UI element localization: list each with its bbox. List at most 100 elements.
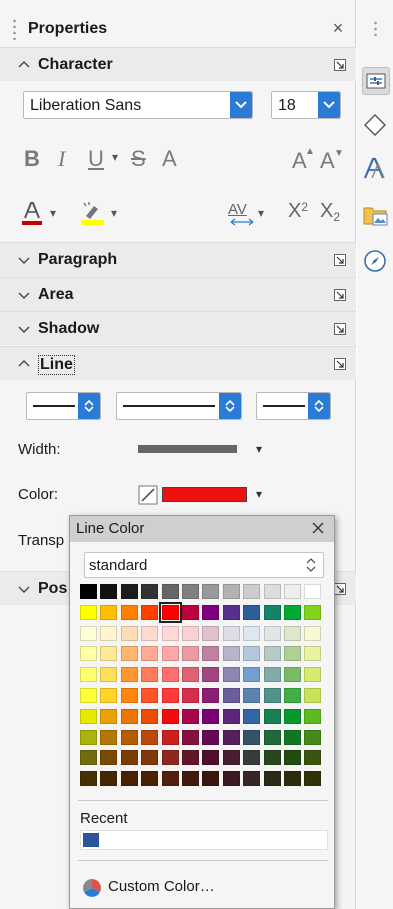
color-swatch[interactable]: [182, 729, 199, 745]
color-swatch[interactable]: [120, 604, 138, 620]
color-swatch[interactable]: [304, 646, 322, 662]
highlight-button[interactable]: [80, 200, 106, 226]
color-swatch[interactable]: [120, 750, 138, 766]
color-swatch[interactable]: [284, 667, 301, 683]
color-swatch[interactable]: [141, 771, 159, 787]
color-swatch[interactable]: [202, 625, 220, 641]
line-style-dropdown-button[interactable]: [219, 393, 241, 419]
line-end-style-combo[interactable]: [256, 392, 331, 420]
color-swatch[interactable]: [120, 625, 138, 641]
color-swatch[interactable]: [120, 584, 138, 599]
color-swatch[interactable]: [100, 771, 118, 787]
color-swatch[interactable]: [100, 667, 118, 683]
section-area[interactable]: Area: [0, 277, 356, 311]
color-swatch[interactable]: [100, 688, 118, 703]
color-swatch[interactable]: [141, 667, 159, 683]
section-shadow[interactable]: Shadow: [0, 311, 356, 345]
color-swatch[interactable]: [222, 646, 240, 662]
color-swatch[interactable]: [161, 771, 179, 787]
underline-dropdown-icon[interactable]: ▾: [112, 150, 118, 164]
line-color-swatch[interactable]: [162, 487, 247, 502]
color-swatch[interactable]: [284, 750, 301, 766]
color-swatch[interactable]: [141, 604, 159, 620]
color-dropdown-icon[interactable]: ▾: [256, 487, 262, 501]
color-swatch[interactable]: [182, 708, 199, 724]
color-swatch[interactable]: [243, 729, 261, 745]
color-swatch[interactable]: [120, 708, 138, 724]
more-options-icon[interactable]: [334, 59, 346, 71]
color-swatch[interactable]: [222, 729, 240, 745]
color-swatch[interactable]: [202, 584, 220, 599]
color-swatch[interactable]: [80, 646, 97, 662]
shadow-button[interactable]: A: [162, 146, 177, 172]
color-swatch[interactable]: [161, 646, 179, 662]
more-options-icon[interactable]: [334, 358, 346, 370]
line-start-dropdown-button[interactable]: [78, 393, 100, 419]
color-swatch[interactable]: [304, 750, 322, 766]
palette-select[interactable]: standard: [84, 552, 324, 578]
tabbar-grip-icon[interactable]: [374, 20, 377, 36]
recent-color-swatch[interactable]: [83, 833, 99, 847]
color-swatch[interactable]: [263, 750, 281, 766]
shrink-font-button[interactable]: A: [320, 148, 335, 174]
close-icon[interactable]: [310, 520, 326, 536]
tab-shapes[interactable]: [362, 112, 390, 140]
color-swatch[interactable]: [284, 708, 301, 724]
color-swatch[interactable]: [222, 584, 240, 599]
color-swatch[interactable]: [141, 646, 159, 662]
color-swatch[interactable]: [263, 667, 281, 683]
color-swatch[interactable]: [304, 625, 322, 641]
highlight-dropdown-icon[interactable]: ▾: [111, 206, 117, 220]
tab-properties[interactable]: [362, 67, 390, 95]
color-swatch[interactable]: [182, 584, 199, 599]
color-swatch[interactable]: [182, 667, 199, 683]
color-swatch[interactable]: [222, 625, 240, 641]
tab-styles[interactable]: [362, 156, 390, 184]
color-swatch[interactable]: [100, 604, 118, 620]
font-name-combo[interactable]: Liberation Sans: [23, 91, 253, 119]
color-swatch[interactable]: [161, 729, 179, 745]
color-swatch[interactable]: [304, 771, 322, 787]
color-swatch[interactable]: [304, 584, 322, 599]
color-swatch[interactable]: [182, 750, 199, 766]
color-swatch[interactable]: [182, 688, 199, 703]
font-size-combo[interactable]: 18: [271, 91, 341, 119]
color-swatch[interactable]: [100, 584, 118, 599]
color-swatch[interactable]: [80, 667, 97, 683]
color-swatch[interactable]: [80, 729, 97, 745]
color-swatch[interactable]: [80, 584, 97, 599]
color-swatch[interactable]: [80, 750, 97, 766]
color-swatch[interactable]: [202, 708, 220, 724]
line-color-icon[interactable]: [138, 485, 158, 505]
color-swatch[interactable]: [243, 667, 261, 683]
section-character[interactable]: Character: [0, 47, 356, 81]
color-swatch[interactable]: [80, 771, 97, 787]
color-swatch[interactable]: [100, 708, 118, 724]
color-swatch[interactable]: [80, 604, 97, 620]
color-swatch[interactable]: [161, 708, 179, 724]
custom-color-button[interactable]: Custom Color…: [82, 876, 302, 900]
color-swatch[interactable]: [284, 604, 301, 620]
color-swatch[interactable]: [263, 708, 281, 724]
color-swatch[interactable]: [100, 750, 118, 766]
color-swatch[interactable]: [304, 729, 322, 745]
color-swatch[interactable]: [243, 688, 261, 703]
line-style-combo[interactable]: [116, 392, 242, 420]
color-swatch[interactable]: [161, 625, 179, 641]
color-swatch[interactable]: [80, 625, 97, 641]
color-swatch[interactable]: [120, 688, 138, 703]
character-spacing-button[interactable]: AV: [228, 199, 256, 227]
superscript-button[interactable]: X2: [288, 200, 312, 226]
color-swatch[interactable]: [182, 771, 199, 787]
tab-navigator[interactable]: [362, 248, 390, 276]
color-swatch[interactable]: [304, 667, 322, 683]
color-swatch[interactable]: [182, 646, 199, 662]
color-swatch[interactable]: [202, 771, 220, 787]
line-end-dropdown-button[interactable]: [308, 393, 330, 419]
color-swatch[interactable]: [243, 625, 261, 641]
color-swatch[interactable]: [80, 708, 97, 724]
subscript-button[interactable]: X2: [320, 200, 344, 226]
color-swatch[interactable]: [202, 604, 220, 620]
color-swatch[interactable]: [263, 688, 281, 703]
color-swatch[interactable]: [80, 688, 97, 703]
